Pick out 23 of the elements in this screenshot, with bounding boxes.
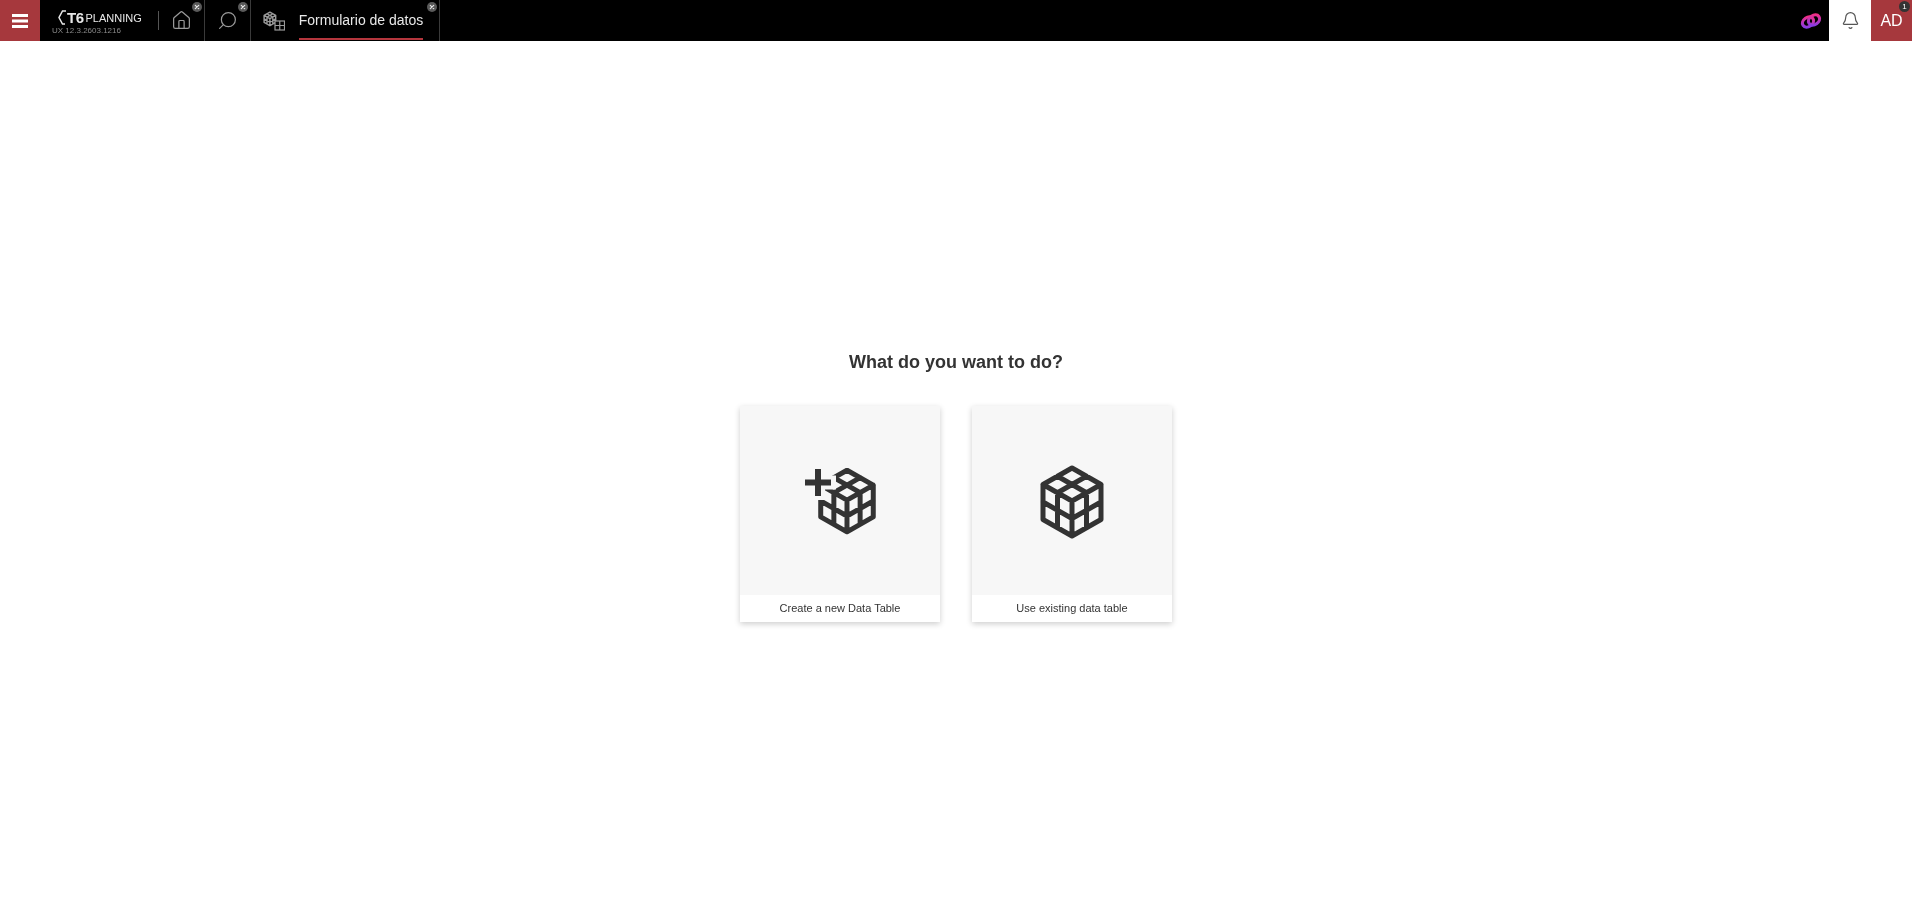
cube-plus-icon [804, 467, 876, 536]
option-card[interactable]: Use existing data table [972, 406, 1172, 622]
close-icon[interactable] [427, 2, 438, 12]
logo-name: PLANNING [85, 12, 142, 24]
menu-button[interactable] [0, 0, 40, 41]
notification-badge: 1 [1899, 1, 1910, 12]
option-card[interactable]: Create a new Data Table [740, 406, 940, 622]
knot-logo-icon[interactable] [1800, 10, 1822, 31]
cube-grid-icon [262, 10, 285, 31]
cube-icon [1040, 464, 1104, 539]
page-heading: What do you want to do? [849, 351, 1063, 373]
close-icon[interactable] [237, 2, 248, 12]
search-icon [216, 10, 238, 31]
menu-icon [12, 13, 28, 28]
user-avatar-button[interactable]: AD 1 [1871, 0, 1912, 41]
version-text: UX 12.3.2603.1216 [52, 26, 122, 35]
close-icon[interactable] [191, 2, 202, 12]
logo-bracket-icon [58, 9, 66, 25]
notifications-button[interactable] [1829, 0, 1871, 41]
bell-icon [1840, 11, 1860, 30]
tab[interactable]: Formulario de datos [250, 0, 441, 41]
logo-mark: T6 [67, 9, 84, 25]
home-icon [170, 10, 192, 31]
